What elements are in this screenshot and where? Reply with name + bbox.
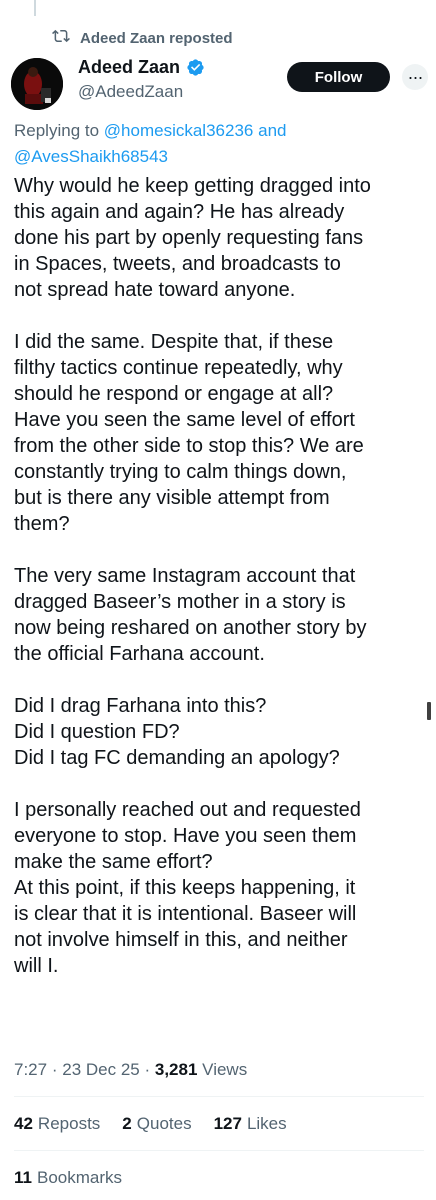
tweet-line: Why would he keep getting dragged into <box>14 175 371 197</box>
avatar-image <box>11 58 63 110</box>
meta-separator: · <box>144 1060 151 1079</box>
repost-text[interactable]: Adeed Zaan reposted <box>80 30 233 47</box>
tweet-line: make the same effort? <box>14 851 213 873</box>
author-name[interactable]: Adeed Zaan <box>78 57 180 78</box>
reply-conjunction[interactable]: and <box>258 121 286 140</box>
tweet-line: them? <box>14 513 70 535</box>
quotes-stat[interactable]: 2 Quotes <box>122 1114 191 1134</box>
bookmarks-label: Bookmarks <box>36 1168 123 1187</box>
tweet-line: is clear that it is intentional. Baseer … <box>14 903 357 925</box>
reply-user-link-1[interactable]: @homesickal36236 <box>104 121 254 140</box>
repost-icon <box>52 27 70 49</box>
views-label: Views <box>202 1060 248 1079</box>
reply-user-link-2[interactable]: @AvesShaikh68543 <box>14 147 168 166</box>
more-dots-icon: ··· <box>407 67 424 87</box>
tweet-meta: 7:27 · 23 Dec 25 · 3,281 Views <box>14 1060 247 1080</box>
tweet-text: Why would he keep getting dragged into th… <box>14 173 416 979</box>
reposts-count: 42 <box>14 1114 33 1133</box>
tweet-line: not involve himself in this, and neither <box>14 929 348 951</box>
reposts-label: Reposts <box>37 1114 101 1133</box>
quotes-count: 2 <box>122 1114 132 1133</box>
avatar[interactable] <box>11 58 63 110</box>
follow-button[interactable]: Follow <box>287 62 390 92</box>
bookmarks-stat[interactable]: 11 Bookmarks <box>14 1168 122 1188</box>
tweet-line: Did I drag Farhana into this? <box>14 695 267 717</box>
tweet-line: constantly trying to calm things down, <box>14 461 347 483</box>
tweet-line: now being reshared on another story by <box>14 617 367 639</box>
tweet-line: Did I tag FC demanding an apology? <box>14 747 340 769</box>
likes-label: Likes <box>246 1114 287 1133</box>
replying-to-prefix: Replying to <box>14 121 100 140</box>
tweet-date[interactable]: 23 Dec 25 <box>62 1060 140 1079</box>
tweet-line: not spread hate toward anyone. <box>14 279 296 301</box>
more-options-button[interactable]: ··· <box>402 64 428 90</box>
likes-stat[interactable]: 127 Likes <box>214 1114 287 1134</box>
tweet-time[interactable]: 7:27 <box>14 1060 47 1079</box>
tweet-line: will I. <box>14 955 59 977</box>
meta-separator: · <box>51 1060 58 1079</box>
tweet-line: filthy tactics continue repeatedly, why <box>14 357 343 379</box>
tweet-line: dragged Baseer’s mother in a story is <box>14 591 346 613</box>
author-handle[interactable]: @AdeedZaan <box>78 82 183 102</box>
tweet-line: Did I question FD? <box>14 721 180 743</box>
tweet-line: this again and again? He has already <box>14 201 345 223</box>
scrollbar-thumb[interactable] <box>427 702 431 720</box>
verified-badge-icon[interactable] <box>186 58 205 77</box>
tweet-line: I did the same. Despite that, if these <box>14 331 334 353</box>
tweet-line: At this point, if this keeps happening, … <box>14 877 356 899</box>
tweet-line: Have you seen the same level of effort <box>14 409 355 431</box>
quotes-label: Quotes <box>136 1114 192 1133</box>
tweet-line: from the other side to stop this? We are <box>14 435 364 457</box>
engagement-stats: 42 Reposts 2 Quotes 127 Likes <box>14 1114 287 1134</box>
thread-line <box>34 0 36 16</box>
divider <box>14 1096 424 1097</box>
views-count: 3,281 <box>154 1060 198 1079</box>
replying-to: Replying to @homesickal36236 and @AvesSh… <box>14 118 414 170</box>
tweet-line: the official Farhana account. <box>14 643 265 665</box>
author-name-row: Adeed Zaan <box>78 57 205 78</box>
tweet-line: The very same Instagram account that <box>14 565 356 587</box>
divider <box>14 1150 424 1151</box>
repost-header: Adeed Zaan reposted <box>52 28 233 48</box>
tweet-line: I personally reached out and requested <box>14 799 361 821</box>
reposts-stat[interactable]: 42 Reposts <box>14 1114 100 1134</box>
tweet-line: but is there any visible attempt from <box>14 487 330 509</box>
tweet-line: done his part by openly requesting fans <box>14 227 364 249</box>
tweet-line: everyone to stop. Have you seen them <box>14 825 357 847</box>
tweet-line: should he respond or engage at all? <box>14 383 334 405</box>
tweet-line: in Spaces, tweets, and broadcasts to <box>14 253 341 275</box>
bookmarks-count: 11 <box>14 1168 32 1187</box>
likes-count: 127 <box>213 1114 242 1133</box>
